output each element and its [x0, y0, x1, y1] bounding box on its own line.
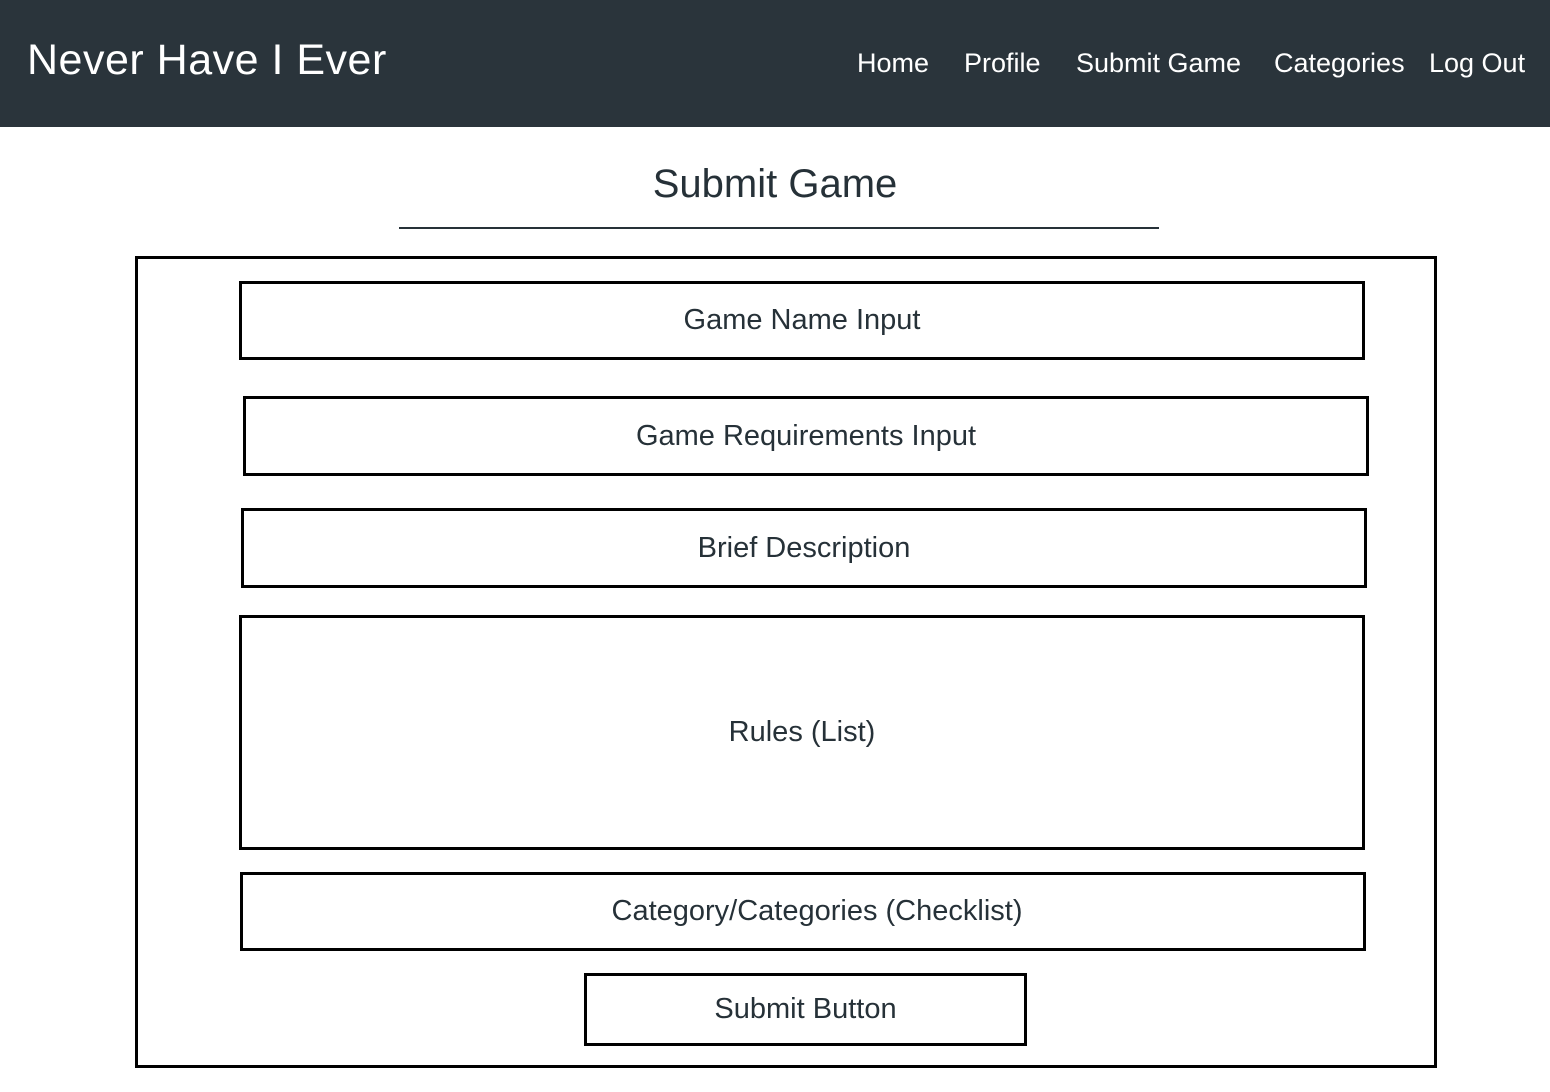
nav-link-categories[interactable]: Categories	[1274, 46, 1405, 80]
brand-logo-text[interactable]: Never Have I Ever	[27, 34, 387, 86]
nav-link-log-out[interactable]: Log Out	[1429, 46, 1525, 80]
nav-link-profile[interactable]: Profile	[964, 46, 1041, 80]
nav-link-home[interactable]: Home	[857, 46, 929, 80]
nav-link-submit-game[interactable]: Submit Game	[1076, 46, 1241, 80]
game-name-input[interactable]: Game Name Input	[239, 281, 1365, 360]
navbar: Never Have I Ever Home Profile Submit Ga…	[0, 0, 1550, 127]
game-requirements-input[interactable]: Game Requirements Input	[243, 396, 1369, 476]
brief-description-input[interactable]: Brief Description	[241, 508, 1367, 588]
page-title: Submit Game	[652, 162, 898, 206]
title-divider	[399, 227, 1159, 229]
categories-checklist[interactable]: Category/Categories (Checklist)	[240, 872, 1366, 951]
rules-list-input[interactable]: Rules (List)	[239, 615, 1365, 850]
submit-button[interactable]: Submit Button	[584, 973, 1027, 1046]
